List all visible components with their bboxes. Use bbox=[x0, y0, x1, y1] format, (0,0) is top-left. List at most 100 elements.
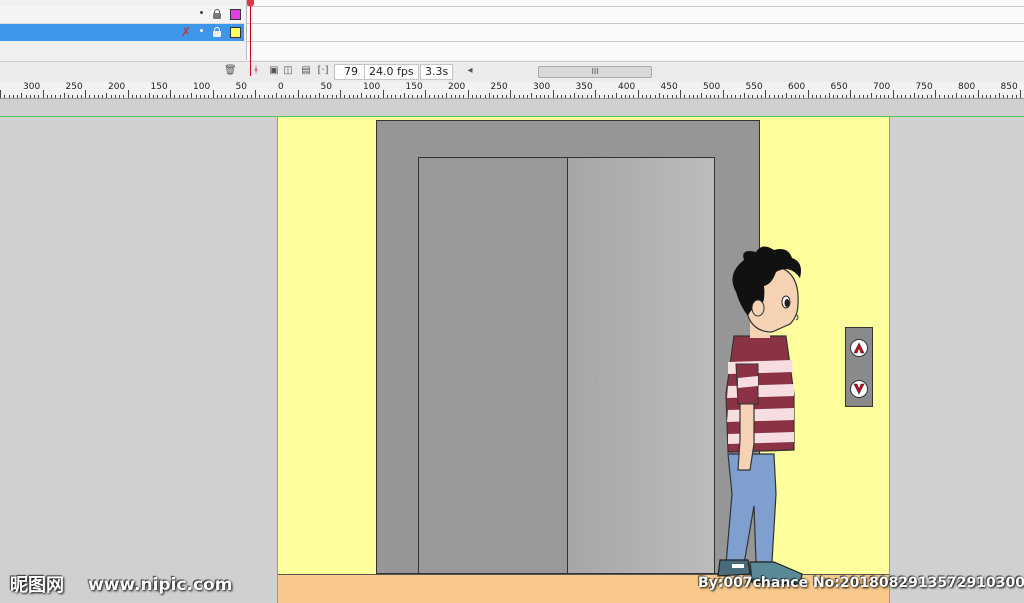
ruler-tick bbox=[365, 95, 367, 98]
onion-skin-outlines-icon[interactable]: ◫ bbox=[282, 65, 294, 77]
ruler-tick bbox=[692, 95, 694, 98]
playhead-handle[interactable] bbox=[247, 0, 254, 6]
down-arrow-icon[interactable] bbox=[850, 380, 868, 398]
ruler-tick bbox=[416, 95, 418, 98]
boy-character[interactable] bbox=[714, 244, 814, 590]
ruler-tick bbox=[990, 95, 992, 98]
ruler-tick bbox=[352, 95, 354, 98]
ruler-tick bbox=[157, 95, 159, 98]
ruler-tick bbox=[595, 90, 596, 98]
ruler-tick bbox=[425, 90, 426, 98]
modify-markers-icon[interactable]: [·] bbox=[317, 65, 329, 77]
ruler-tick bbox=[684, 95, 686, 98]
elapsed-time-field[interactable]: 3.3s bbox=[420, 64, 454, 80]
ruler-tick bbox=[284, 95, 286, 98]
playhead[interactable] bbox=[250, 0, 251, 76]
ruler-tick bbox=[212, 90, 214, 98]
ruler-tick bbox=[170, 90, 171, 98]
ruler-tick bbox=[782, 95, 783, 98]
ruler-tick bbox=[573, 93, 575, 98]
ruler-tick bbox=[233, 93, 235, 98]
lock-icon[interactable] bbox=[213, 27, 221, 37]
ruler-tick bbox=[131, 95, 133, 98]
ruler-tick bbox=[765, 90, 766, 98]
ruler-tick bbox=[306, 95, 307, 98]
ruler-tick bbox=[187, 95, 188, 98]
ruler-tick bbox=[544, 95, 545, 98]
ruler-tick bbox=[565, 95, 567, 98]
ruler-tick bbox=[289, 95, 290, 98]
ruler-tick bbox=[603, 95, 605, 98]
scroll-left-icon[interactable]: ◂ bbox=[464, 65, 476, 77]
ruler-tick bbox=[1015, 95, 1017, 98]
ruler-tick bbox=[552, 90, 554, 98]
ruler-tick bbox=[195, 95, 197, 98]
ruler-tick bbox=[110, 95, 112, 98]
ruler-tick bbox=[72, 95, 74, 98]
frames-grid[interactable] bbox=[246, 0, 1024, 60]
edit-multiple-frames-icon[interactable]: ▤ bbox=[300, 65, 312, 77]
ruler-tick bbox=[272, 95, 273, 98]
ruler-tick bbox=[327, 95, 329, 98]
ruler-tick bbox=[973, 95, 975, 98]
ruler-tick bbox=[612, 95, 613, 98]
ruler-label: 50 bbox=[320, 82, 332, 92]
ruler-tick bbox=[731, 95, 732, 98]
ruler-tick bbox=[314, 95, 316, 98]
ruler-tick bbox=[709, 95, 711, 98]
onion-skin-icon[interactable]: ▣ bbox=[268, 65, 280, 77]
ruler-tick bbox=[726, 95, 728, 98]
ruler-tick bbox=[641, 95, 643, 98]
ruler-tick bbox=[318, 93, 320, 98]
elevator-door-right[interactable] bbox=[567, 157, 715, 574]
ruler-tick bbox=[667, 95, 669, 98]
horizontal-scrollbar-thumb[interactable]: III bbox=[538, 66, 652, 78]
ruler-tick bbox=[263, 95, 265, 98]
ruler-tick bbox=[845, 95, 847, 98]
timeline-toolbar: 🗑 ᚼ ▣ ◫ ▤ [·] 79 24.0 fps 3.3s ◂ III bbox=[0, 61, 1024, 82]
ruler-label: 650 bbox=[830, 82, 848, 92]
visibility-dot-icon[interactable] bbox=[200, 11, 203, 14]
ruler-tick bbox=[833, 95, 834, 98]
watermark-site: www.nipic.com bbox=[88, 575, 233, 595]
ruler-tick bbox=[956, 93, 958, 98]
layer-row-selected[interactable]: ✗ bbox=[0, 24, 244, 41]
ruler-tick bbox=[1007, 95, 1009, 98]
frame-rate-field[interactable]: 24.0 fps bbox=[364, 64, 419, 80]
elevator-call-panel[interactable] bbox=[845, 327, 873, 407]
ruler-tick bbox=[191, 93, 193, 98]
ruler-tick bbox=[824, 95, 826, 98]
ruler-tick bbox=[420, 95, 422, 98]
ruler-tick bbox=[871, 93, 873, 98]
visibility-dot-icon[interactable] bbox=[200, 29, 203, 32]
ruler-tick bbox=[697, 95, 698, 98]
ruler-tick bbox=[497, 95, 499, 98]
elevator-door-left[interactable] bbox=[418, 157, 568, 574]
ruler-tick bbox=[408, 95, 409, 98]
ruler-tick bbox=[663, 95, 664, 98]
ruler-tick bbox=[182, 95, 184, 98]
ruler-label: 600 bbox=[788, 82, 806, 92]
up-arrow-icon[interactable] bbox=[850, 339, 868, 357]
layer-outline-color[interactable] bbox=[230, 27, 241, 38]
ruler-tick bbox=[255, 90, 256, 98]
ruler-tick bbox=[909, 95, 911, 98]
ruler-tick bbox=[331, 95, 333, 98]
layer-row[interactable] bbox=[0, 6, 244, 24]
ruler-tick bbox=[680, 90, 681, 98]
ruler-label: 150 bbox=[150, 82, 168, 92]
ruler-tick bbox=[106, 93, 108, 98]
ruler-tick bbox=[539, 95, 541, 98]
ruler-tick bbox=[357, 95, 358, 98]
ruler-tick bbox=[501, 95, 503, 98]
ruler-tick bbox=[382, 90, 384, 98]
lock-icon[interactable] bbox=[213, 9, 221, 19]
current-frame-field[interactable]: 79 bbox=[334, 64, 368, 80]
layer-outline-color[interactable] bbox=[230, 9, 241, 20]
trash-icon[interactable]: 🗑 bbox=[224, 65, 237, 77]
ruler-tick bbox=[93, 95, 95, 98]
ruler-tick bbox=[374, 95, 375, 98]
ruler-tick bbox=[225, 95, 227, 98]
center-frame-icon[interactable]: ᚼ bbox=[250, 65, 262, 77]
ruler-label: 500 bbox=[703, 82, 721, 92]
